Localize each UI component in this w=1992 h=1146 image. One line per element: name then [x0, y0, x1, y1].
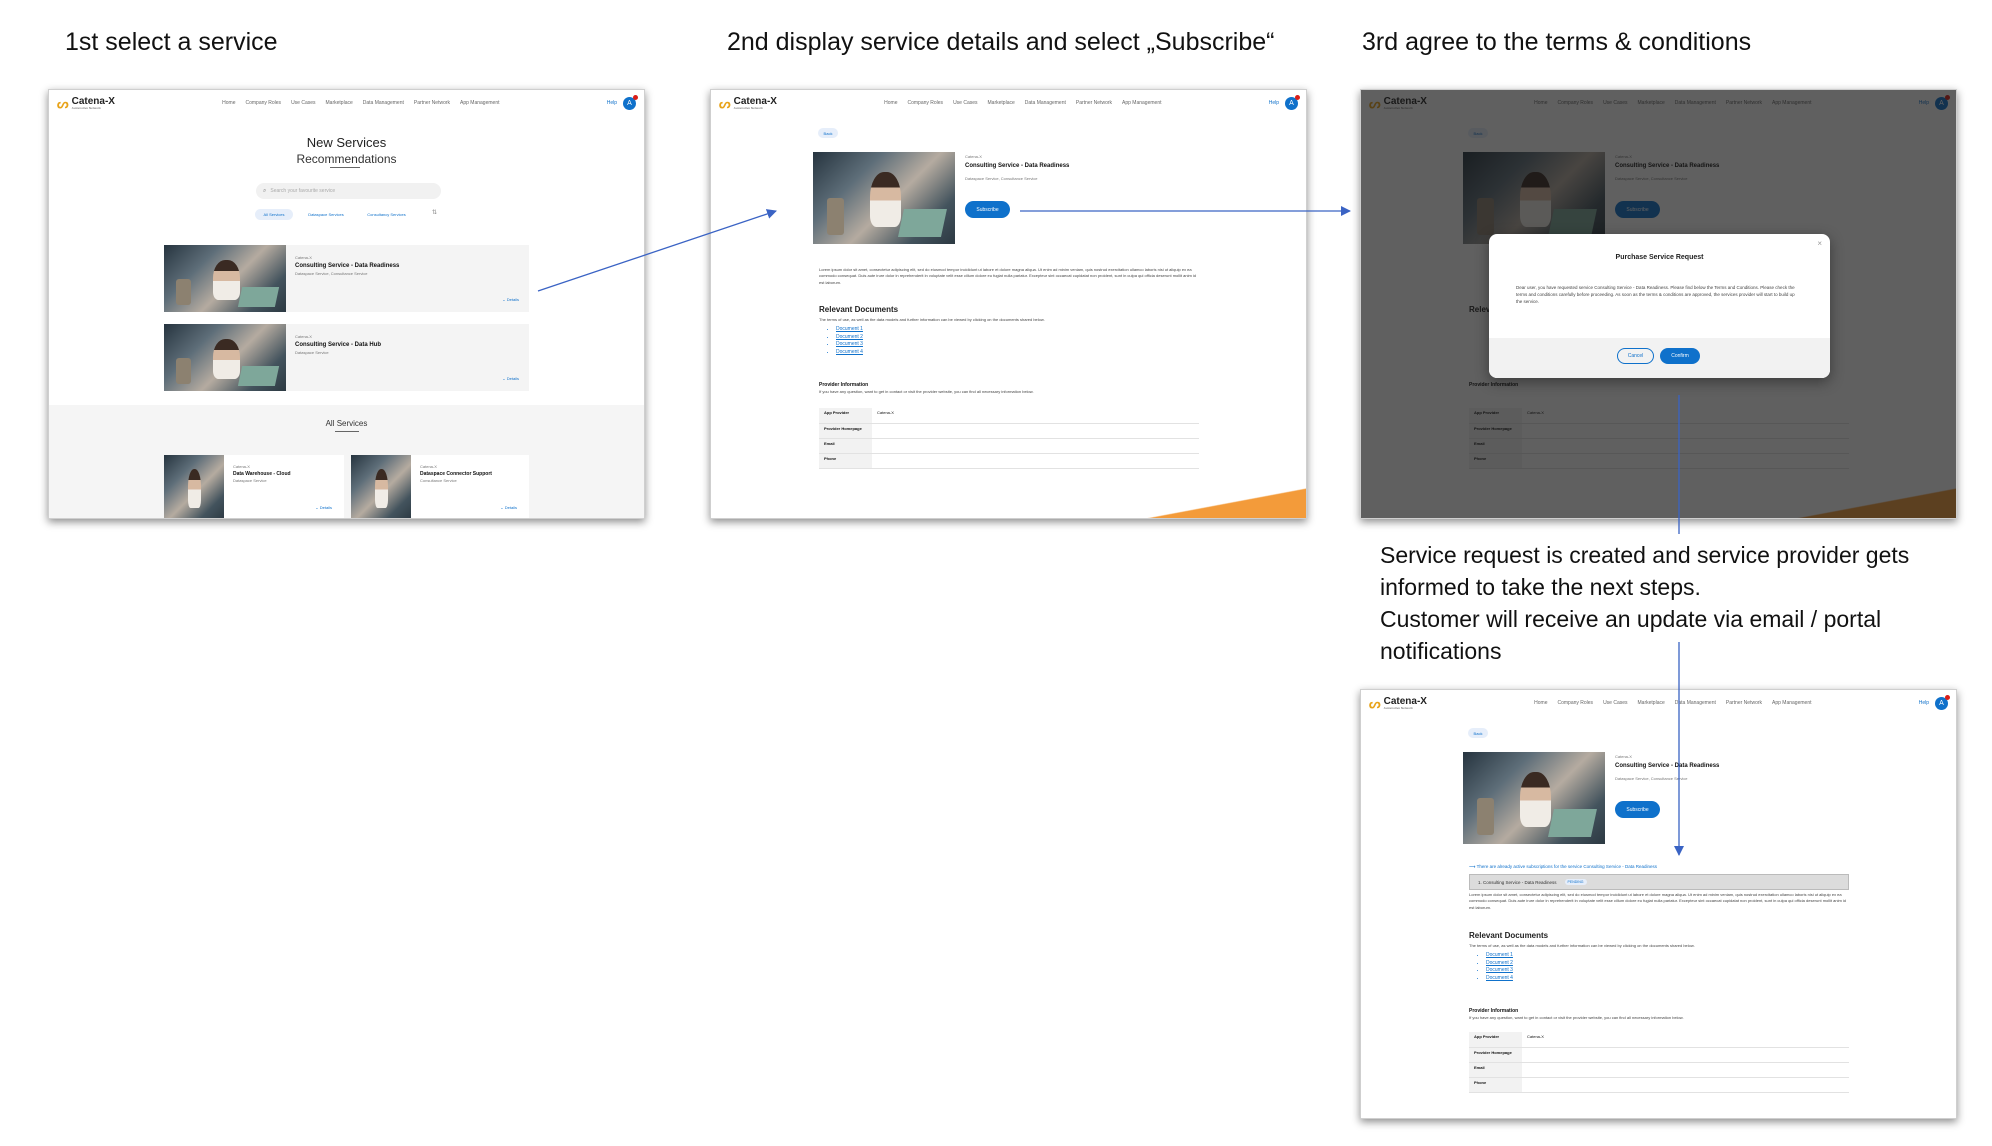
- flow-arrows: [537, 206, 1684, 856]
- arrow-step1-to-step2: [537, 209, 777, 292]
